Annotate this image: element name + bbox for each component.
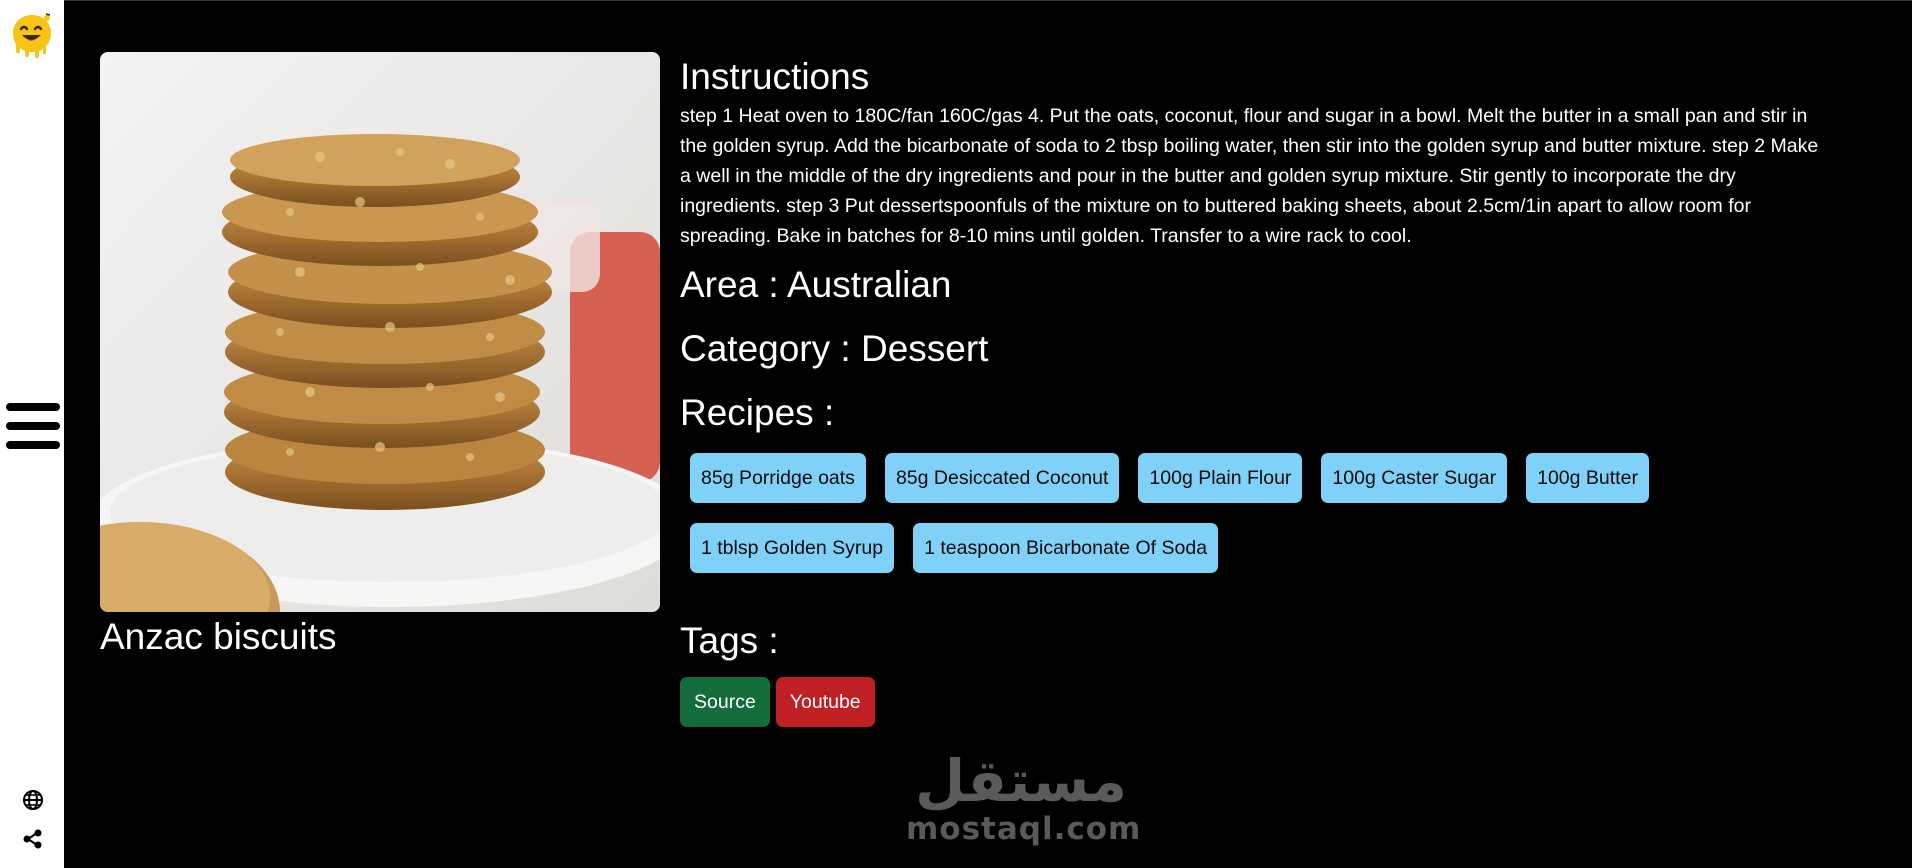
sidebar <box>0 0 64 868</box>
meal-image <box>100 52 660 612</box>
meal-details: Instructions step 1 Heat oven to 180C/fa… <box>680 53 1820 727</box>
source-button[interactable]: Source <box>680 677 770 727</box>
hamburger-menu-icon[interactable] <box>6 403 60 449</box>
recipe-item: 100g Caster Sugar <box>1321 453 1508 503</box>
recipe-item: 85g Porridge oats <box>690 453 866 503</box>
watermark-arabic: مستقل <box>914 747 1128 815</box>
meal-name: Anzac biscuits <box>100 616 337 657</box>
biscuit-stack-illustration <box>100 52 660 612</box>
tags-title: Tags : <box>680 620 779 661</box>
share-icon[interactable] <box>22 828 44 850</box>
recipes-title: Recipes : <box>680 392 835 433</box>
recipe-item: 85g Desiccated Coconut <box>884 453 1120 503</box>
recipe-list: 85g Porridge oats 85g Desiccated Coconut… <box>690 453 1740 593</box>
youtube-button[interactable]: Youtube <box>775 677 875 727</box>
main-content: Anzac biscuits Instructions step 1 Heat … <box>64 0 1912 868</box>
smiling-face-logo[interactable] <box>10 12 54 60</box>
recipe-item: 100g Butter <box>1526 453 1649 503</box>
tag-buttons: Source Youtube <box>680 677 1820 727</box>
recipe-item: 1 teaspoon Bicarbonate Of Soda <box>913 523 1219 573</box>
category-label: Category : Dessert <box>680 328 989 369</box>
recipe-item: 1 tblsp Golden Syrup <box>690 523 895 573</box>
instructions-title: Instructions <box>680 56 870 97</box>
globe-icon[interactable] <box>22 789 44 811</box>
recipe-item: 100g Plain Flour <box>1138 453 1303 503</box>
instructions-text: step 1 Heat oven to 180C/fan 160C/gas 4.… <box>680 105 1819 247</box>
watermark-latin: mostaql.com <box>906 811 1142 847</box>
watermark: مستقل mostaql.com <box>906 747 1142 847</box>
area-label: Area : Australian <box>680 264 952 305</box>
